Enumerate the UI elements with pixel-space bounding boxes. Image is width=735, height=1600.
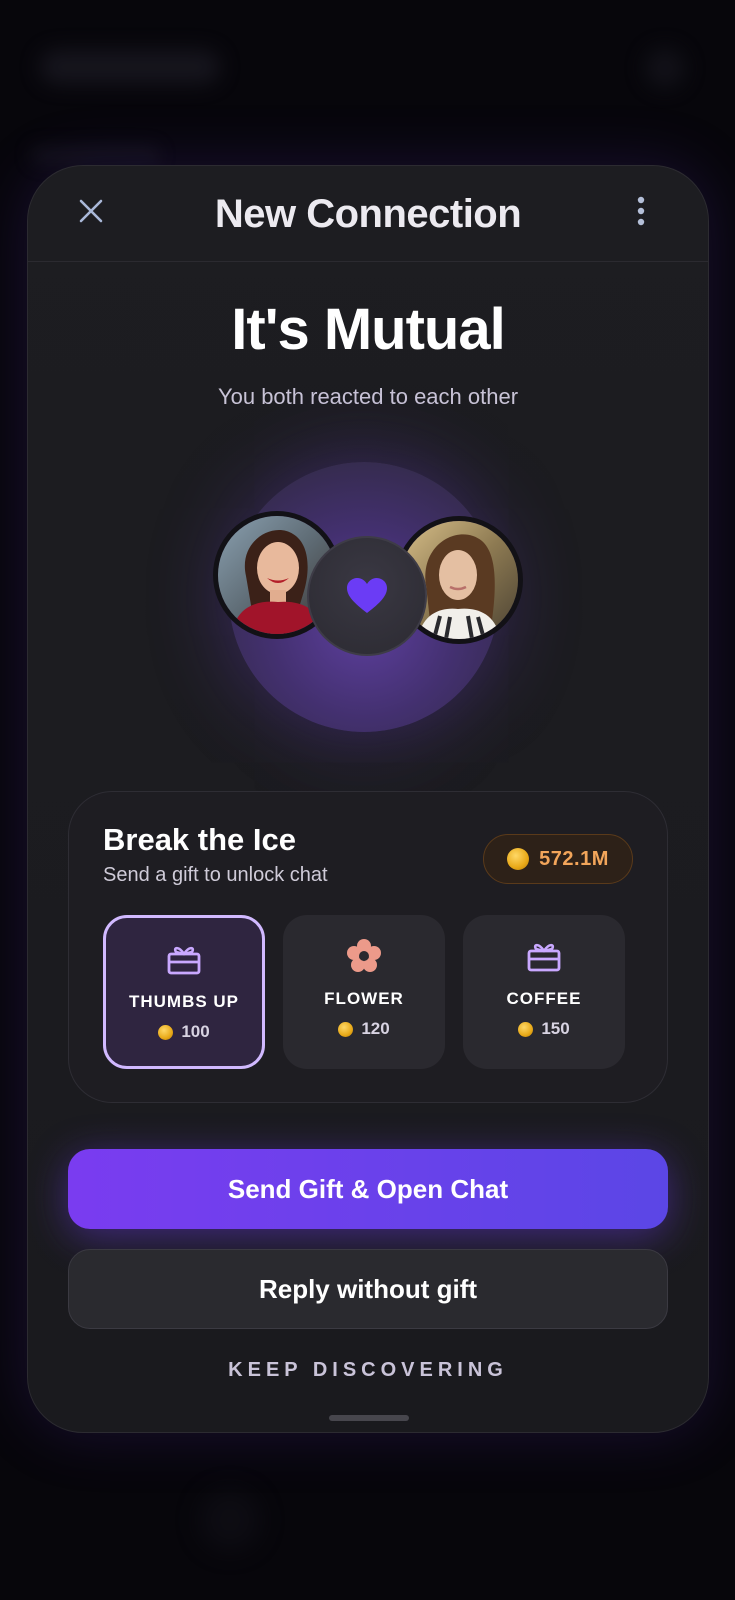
- gift-card-title: Break the Ice: [103, 822, 296, 857]
- gift-option-name: FLOWER: [324, 989, 404, 1008]
- gift-option-name: THUMBS UP: [128, 992, 240, 1011]
- more-vertical-icon: [637, 196, 645, 226]
- new-connection-sheet: New Connection It's Mutual You both reac…: [27, 165, 709, 1433]
- heart-icon: [347, 578, 387, 613]
- gift-card: Break the Ice Send a gift to unlock chat…: [68, 791, 668, 1103]
- keep-discovering-button[interactable]: KEEP DISCOVERING: [28, 1359, 708, 1382]
- coin-icon: [518, 1021, 534, 1037]
- gift-option-price: 100: [106, 1022, 262, 1042]
- sheet-grabber[interactable]: [329, 1415, 409, 1421]
- reply-without-gift-button[interactable]: Reply without gift: [68, 1249, 668, 1329]
- coin-icon: [507, 848, 530, 870]
- gift-option-price-value: 150: [541, 1019, 570, 1038]
- flower-icon: [347, 939, 381, 972]
- match-title: It's Mutual: [231, 297, 505, 362]
- background-app-avatar: [645, 48, 685, 88]
- background-app-subtitle: [30, 145, 160, 165]
- gift-icon: [167, 946, 201, 975]
- coin-icon: [158, 1024, 174, 1040]
- gift-option-price: 120: [283, 1019, 445, 1039]
- gift-option-price-value: 120: [361, 1019, 390, 1038]
- gift-option-price-value: 100: [181, 1022, 210, 1041]
- gift-option-flower[interactable]: FLOWER 120: [283, 915, 445, 1069]
- gift-option-coffee[interactable]: COFFEE 150: [463, 915, 625, 1069]
- gift-option-name: COFFEE: [506, 989, 582, 1008]
- gift-option-thumbs-up[interactable]: THUMBS UP 100: [103, 915, 265, 1069]
- more-options-button[interactable]: [626, 192, 656, 230]
- background-app-element: [200, 1490, 260, 1550]
- background-app-title: [40, 50, 220, 84]
- sheet-header: New Connection: [28, 166, 708, 262]
- gift-card-subtitle: Send a gift to unlock chat: [103, 864, 328, 886]
- coin-balance: 572.1M: [483, 834, 633, 884]
- match-heart-badge: [307, 536, 427, 656]
- send-gift-button[interactable]: Send Gift & Open Chat: [68, 1149, 668, 1229]
- gift-icon: [527, 943, 561, 972]
- coin-icon: [338, 1021, 354, 1037]
- gift-option-price: 150: [463, 1019, 625, 1039]
- coin-balance-value: 572.1M: [539, 847, 609, 870]
- match-subtitle: You both reacted to each other: [217, 384, 519, 409]
- sheet-title: New Connection: [214, 192, 522, 236]
